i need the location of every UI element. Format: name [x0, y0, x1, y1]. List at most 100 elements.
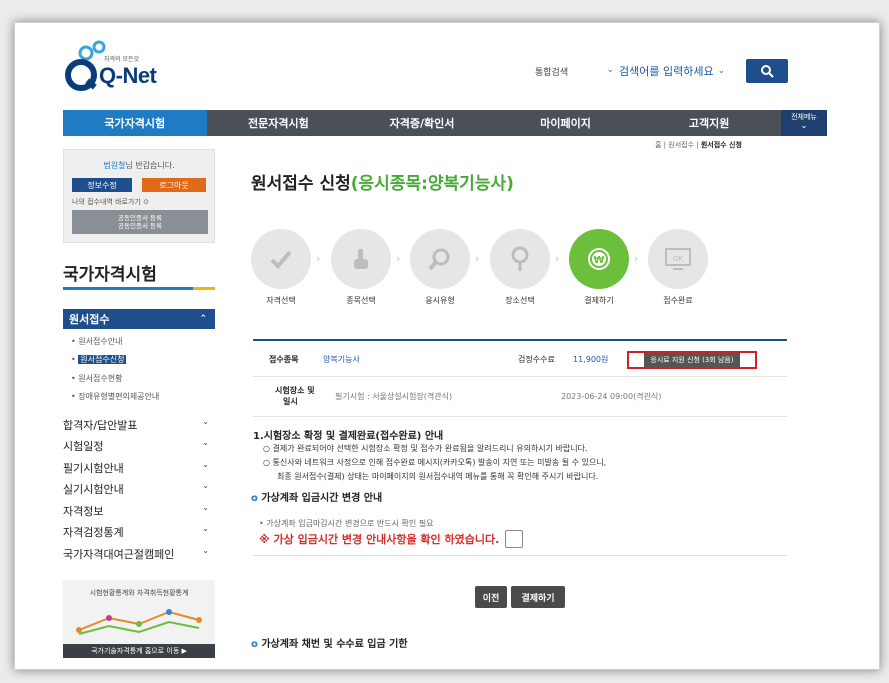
- fee-support-button[interactable]: 응시료 지원 신청 (3회 남음): [627, 351, 757, 369]
- step-label: 장소선택: [505, 296, 535, 305]
- breadcrumb: 홈 | 원서접수 | 원서접수 신청: [655, 141, 742, 149]
- chevron-down-icon: ⌄: [202, 438, 209, 447]
- page-title: 원서접수 신청(응시종목:양복기능사): [251, 169, 514, 194]
- menu-label: 합격자/답안발표: [63, 419, 138, 432]
- virtual-confirm-row: ※ 가상 입금시간 변경 안내사항을 확인 하였습니다.: [259, 530, 524, 548]
- search-input[interactable]: 검색어를 입력하세요 ⌄: [615, 59, 739, 83]
- logout-button[interactable]: 로그아웃: [142, 178, 206, 192]
- nav-national-exam[interactable]: 국가자격시험: [63, 110, 207, 136]
- sub-label: 원서접수신청: [78, 355, 127, 364]
- menu-label: 자격검정통계: [63, 526, 124, 539]
- divider: [253, 555, 787, 556]
- menu-label: 시험일정: [63, 440, 104, 453]
- sub-label: 원서접수안내: [78, 337, 123, 346]
- nav-mypage[interactable]: 마이페이지: [494, 110, 638, 136]
- bullet-icon: o: [251, 639, 258, 650]
- menu-label: 국가자격대여근절캠페인: [63, 548, 175, 561]
- menu-label: 실기시험안내: [63, 483, 124, 496]
- chevron-down-icon: ⌄: [717, 66, 726, 76]
- all-menu-button[interactable]: 전체메뉴 ⌄: [780, 110, 827, 136]
- chevron-down-icon: ⌄: [606, 65, 614, 75]
- sidebar-title-underline: [63, 287, 215, 290]
- prev-button[interactable]: 이전: [475, 586, 507, 608]
- my-application-shortcut[interactable]: 나의 접수내역 바로가기 ⊙: [72, 197, 149, 207]
- breadcrumb-current: 원서접수 신청: [700, 141, 742, 149]
- step-arrow-icon: ›: [475, 252, 480, 265]
- hand-pointer-icon: [354, 249, 368, 269]
- certificate-register-button[interactable]: 공동인증서 등록 공동인증서 등록: [72, 210, 208, 234]
- cert-line-1: 공동인증서 등록: [118, 213, 162, 222]
- sub-label: 장애유형별편의제공안내: [78, 392, 160, 401]
- sidebar-item-schedule[interactable]: 시험일정 ⌄: [63, 438, 215, 454]
- sidebar-item-application[interactable]: 원서접수 ⌃: [63, 309, 215, 329]
- search-placeholder: 검색어를 입력하세요: [619, 65, 714, 78]
- menu-label: 자격정보: [63, 505, 104, 518]
- page-frame: 자격의 모든것 Q-Net 통합검색 ⌄ 검색어를 입력하세요 ⌄ 국가자격시험…: [14, 22, 880, 670]
- breadcrumb-home[interactable]: 홈: [655, 141, 661, 149]
- svg-text:OK: OK: [673, 255, 684, 263]
- map-pin-icon: [511, 246, 529, 271]
- step-place: [490, 229, 550, 289]
- user-name: 범원철: [103, 161, 126, 170]
- sidebar-item-written[interactable]: 필기시험안내 ⌄: [63, 460, 215, 476]
- stats-graph-icon: [76, 609, 202, 635]
- sidebar-item-practical[interactable]: 실기시험안내 ⌄: [63, 481, 215, 497]
- sidebar-title: 국가자격시험: [63, 265, 157, 285]
- chevron-right-icon: ⊙: [143, 198, 149, 206]
- nav-professional-exam[interactable]: 전문자격시험: [207, 110, 351, 136]
- step-label: 접수완료: [663, 296, 693, 305]
- step-item: [331, 229, 391, 289]
- check-icon: [270, 250, 292, 269]
- notice-line: ○ 통신사와 네트워크 사정으로 인해 접수완료 메시지(카카오톡) 발송이 지…: [263, 458, 607, 467]
- sidebar-item-info[interactable]: 자격정보 ⌄: [63, 503, 215, 519]
- user-greeting: 범원철님 반갑습니다.: [64, 160, 214, 171]
- place-label-1: 시험장소 및: [275, 386, 315, 395]
- search-scope-select[interactable]: 통합검색 ⌄: [531, 59, 616, 83]
- step-label: 응시유형: [425, 296, 455, 305]
- search-button[interactable]: [746, 59, 788, 83]
- sidebar-sub-disability[interactable]: • 장애유형별편의제공안내: [71, 391, 159, 402]
- virtual-account-title: o 가상계좌 입금시간 변경 안내: [251, 489, 382, 504]
- confirm-checkbox[interactable]: [505, 530, 524, 548]
- chevron-down-icon: ⌄: [202, 417, 209, 426]
- pay-button[interactable]: 결제하기: [511, 586, 565, 608]
- breadcrumb-mid[interactable]: 원서접수: [668, 141, 694, 149]
- bottom-section-title: o 가상계좌 채번 및 수수료 입금 기한: [251, 635, 408, 650]
- sidebar-item-label: 원서접수: [69, 313, 110, 326]
- nav-support[interactable]: 고객지원: [637, 110, 781, 136]
- notice-title: 1.시험장소 확정 및 결제완료(접수완료) 안내: [253, 431, 444, 442]
- chevron-down-icon: ⌄: [800, 120, 808, 131]
- date-value: 2023-06-24 09:00(격관식): [561, 392, 662, 401]
- item-value: 양복기능사: [323, 355, 360, 364]
- notice-line: 최종 원서접수(결제) 상태는 마이페이지의 원서접수내역 메뉴를 통해 꼭 확…: [277, 472, 599, 481]
- underline-accent: [193, 287, 215, 290]
- won-coin-icon: ₩: [588, 248, 610, 270]
- step-arrow-icon: ›: [396, 252, 401, 265]
- fee-support-label: 응시료 지원 신청 (3회 남음): [644, 353, 740, 367]
- edit-info-button[interactable]: 정보수정: [72, 178, 132, 192]
- virtual-warn-text: ※ 가상 입금시간 변경 안내사항을 확인 하였습니다.: [259, 533, 500, 546]
- svg-text:₩: ₩: [593, 255, 604, 266]
- nav-certificate[interactable]: 자격증/확인서: [350, 110, 494, 136]
- sidebar-item-campaign[interactable]: 국가자격대여근절캠페인 ⌄: [63, 546, 215, 562]
- fee-label: 검정수수료: [518, 355, 555, 364]
- place-value: 필기시험 : 서울상설시험장(격관식): [335, 392, 453, 401]
- step-payment: ₩: [569, 229, 629, 289]
- bottom-section-text: 가상계좌 채번 및 수수료 입금 기한: [261, 639, 408, 650]
- sidebar-sub-guide[interactable]: • 원서접수안내: [71, 336, 122, 347]
- info-row-item: 접수종목 양복기능사 검정수수료 11,900원 응시료 지원 신청 (3회 남…: [253, 341, 787, 377]
- virtual-title-text: 가상계좌 입금시간 변경 안내: [261, 493, 383, 504]
- sidebar-item-stats[interactable]: 자격검정통계 ⌄: [63, 524, 215, 540]
- step-arrow-icon: ›: [316, 252, 321, 265]
- promo-go-button[interactable]: 국가기술자격통계 홈으로 이동 ▶: [63, 644, 215, 658]
- sidebar-item-results[interactable]: 합격자/답안발표 ⌄: [63, 417, 215, 433]
- sidebar-sub-status[interactable]: • 원서접수현황: [71, 373, 122, 384]
- promo-title: 시험현황통계와 자격취득현황통계: [89, 589, 189, 597]
- monitor-ok-icon: OK: [665, 248, 691, 270]
- chevron-right-icon: ▶: [181, 647, 187, 655]
- stats-promo-banner[interactable]: 시험현황통계와 자격취득현황통계 국가기술자격통계 홈으로 이동 ▶: [63, 580, 215, 658]
- item-label: 접수종목: [269, 355, 299, 364]
- chevron-up-icon: ⌃: [199, 314, 207, 324]
- sidebar-sub-apply[interactable]: • 원서접수신청: [71, 354, 127, 365]
- chevron-down-icon: ⌄: [202, 524, 209, 533]
